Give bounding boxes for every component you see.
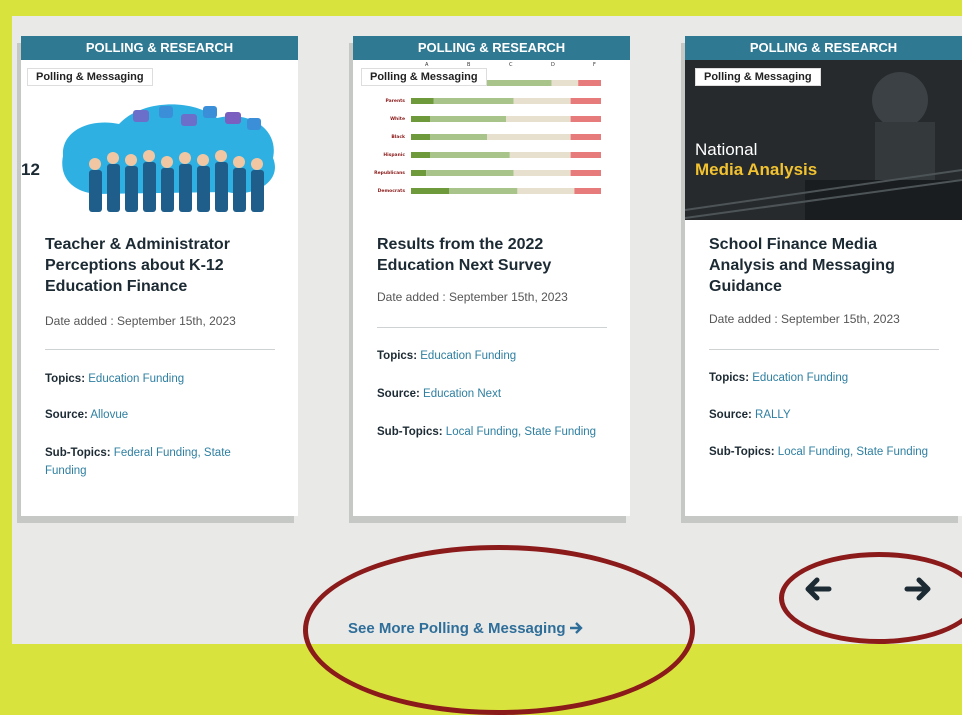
- card-subtopics: Sub-Topics: Local Funding, State Funding: [377, 423, 617, 441]
- thumb-col-label: D: [551, 62, 555, 68]
- thumb-bar-segment: [513, 170, 571, 176]
- thumb-bar-segment: [430, 152, 510, 158]
- card-category-header: POLLING & RESEARCH: [21, 36, 298, 60]
- card-tag: Polling & Messaging: [695, 68, 821, 86]
- topics-label: Topics:: [45, 373, 86, 385]
- thumb-bar-segment: [570, 98, 601, 104]
- thumb-bar-segment: [411, 188, 449, 194]
- thumb-bar-segment: [411, 152, 430, 158]
- card-subtopics: Sub-Topics: Local Funding, State Funding: [709, 443, 954, 461]
- left-arrow-icon: [805, 577, 832, 601]
- thumb-bar-segment: [426, 170, 514, 176]
- right-arrow-icon: [904, 577, 931, 601]
- card-source: Source: RALLY: [709, 406, 949, 424]
- card-date: Date added : September 15th, 2023: [709, 312, 900, 326]
- subtopics-link[interactable]: Local Funding, State Funding: [778, 446, 928, 458]
- resource-card[interactable]: POLLING & RESEARCH Polling & Messaging N…: [685, 36, 962, 516]
- topics-label: Topics:: [709, 372, 750, 384]
- image-heading-line1: National: [695, 140, 758, 159]
- see-more-label: See More Polling & Messaging: [348, 620, 566, 637]
- card-topics: Topics: Education Funding: [709, 369, 949, 387]
- thumb-bar-segment: [509, 152, 571, 158]
- card-title[interactable]: School Finance Media Analysis and Messag…: [709, 234, 939, 297]
- thumb-bar-segment: [513, 98, 571, 104]
- thumb-bar-segment: [551, 80, 579, 86]
- thumb-bar-segment: [433, 98, 514, 104]
- thumb-bar-segment: [578, 80, 601, 86]
- thumb-row-label: White: [390, 116, 405, 122]
- card-title[interactable]: Teacher & Administrator Perceptions abou…: [45, 234, 273, 297]
- thumb-bar-segment: [570, 134, 601, 140]
- topics-link[interactable]: Education Funding: [752, 372, 848, 384]
- thumb-bar-segment: [449, 188, 518, 194]
- thumb-bar-segment: [517, 188, 575, 194]
- see-more-link[interactable]: See More Polling & Messaging: [348, 620, 584, 637]
- resource-card[interactable]: POLLING & RESEARCH Polling & Messaging A…: [353, 36, 630, 516]
- subtopics-label: Sub-Topics:: [377, 426, 443, 438]
- card-divider: [45, 349, 275, 350]
- source-link[interactable]: Allovue: [90, 409, 128, 421]
- card-date: Date added : September 15th, 2023: [45, 314, 236, 328]
- topics-link[interactable]: Education Funding: [420, 350, 516, 362]
- thumb-bar-segment: [570, 170, 601, 176]
- card-source: Source: Education Next: [377, 385, 607, 403]
- card-category-header: POLLING & RESEARCH: [685, 36, 962, 60]
- card-category-header: POLLING & RESEARCH: [353, 36, 630, 60]
- card-date: Date added : September 15th, 2023: [377, 290, 568, 304]
- image-heading-line2: Media Analysis: [695, 160, 818, 179]
- thumb-bar-segment: [570, 116, 601, 122]
- topics-label: Topics:: [377, 350, 418, 362]
- subtopics-label: Sub-Topics:: [45, 447, 111, 459]
- subtopics-label: Sub-Topics:: [709, 446, 775, 458]
- card-topics: Topics: Education Funding: [45, 370, 275, 388]
- topics-link[interactable]: Education Funding: [88, 373, 184, 385]
- thumb-row-label: Democrats: [378, 188, 406, 194]
- thumb-bar-segment: [570, 152, 601, 158]
- card-title[interactable]: Results from the 2022 Education Next Sur…: [377, 234, 605, 276]
- thumb-col-label: F: [593, 62, 596, 68]
- card-divider: [709, 349, 939, 350]
- thumb-bar-segment: [411, 170, 427, 176]
- source-link[interactable]: RALLY: [755, 409, 791, 421]
- card-image: Polling & Messaging National Media Analy…: [685, 60, 962, 220]
- card-divider: [377, 327, 607, 328]
- thumb-bar-segment: [506, 116, 571, 122]
- card-image: Polling & Messaging ABCDF General public…: [353, 60, 630, 220]
- thumb-row-label: Hispanic: [383, 152, 405, 158]
- resource-card[interactable]: POLLING & RESEARCH Polling & Messaging 1…: [21, 36, 298, 516]
- thumb-bar-segment: [411, 98, 434, 104]
- carousel-prev-button[interactable]: [803, 574, 833, 604]
- source-label: Source:: [377, 388, 420, 400]
- carousel-next-button[interactable]: [903, 574, 933, 604]
- source-label: Source:: [709, 409, 752, 421]
- thumb-col-label: C: [509, 62, 513, 68]
- thumb-bar-segment: [487, 134, 571, 140]
- thumb-row-label: Black: [391, 134, 406, 140]
- card-image: Polling & Messaging 12: [21, 60, 298, 220]
- card-tag: Polling & Messaging: [361, 68, 487, 86]
- thumb-row-label: Republicans: [374, 170, 405, 176]
- source-label: Source:: [45, 409, 88, 421]
- arrow-right-icon: [569, 622, 583, 634]
- thumb-row-label: Parents: [385, 98, 405, 104]
- card-topics: Topics: Education Funding: [377, 347, 607, 365]
- thumb-bar-segment: [430, 134, 487, 140]
- thumb-bar-segment: [411, 134, 430, 140]
- thumb-bar-segment: [411, 116, 430, 122]
- thumb-bar-segment: [574, 188, 601, 194]
- card-source: Source: Allovue: [45, 406, 275, 424]
- card-subtopics: Sub-Topics: Federal Funding, State Fundi…: [45, 444, 255, 480]
- subtopics-link[interactable]: Local Funding, State Funding: [446, 426, 596, 438]
- card-tag: Polling & Messaging: [27, 68, 153, 86]
- thumb-bar-segment: [430, 116, 506, 122]
- source-link[interactable]: Education Next: [423, 388, 501, 400]
